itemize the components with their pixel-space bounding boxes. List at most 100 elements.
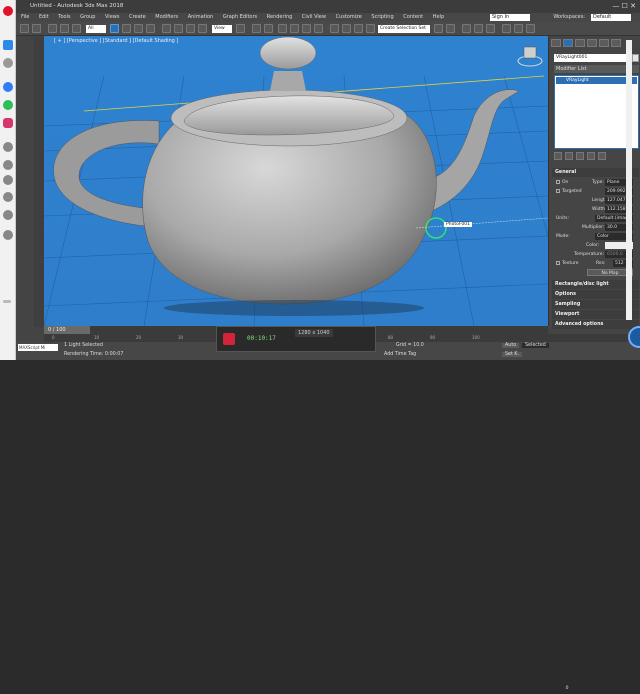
material-editor-icon[interactable] [486,24,495,33]
history-icon[interactable] [3,160,13,170]
menu-scripting[interactable]: Scripting [371,13,393,22]
arrow-icon[interactable] [3,58,13,68]
viewport-label[interactable]: [ + ] [Perspective ] [Standard ] [Defaul… [54,38,178,44]
add-time-tag[interactable]: Add Time Tag [384,352,416,357]
unlink-icon[interactable] [60,24,69,33]
settings-icon[interactable] [3,230,13,240]
rollout-advanced[interactable]: Advanced options [552,320,639,329]
layers-icon[interactable] [366,24,375,33]
menu-civil-view[interactable]: Civil View [302,13,326,22]
link-icon[interactable] [48,24,57,33]
record-stop-button[interactable] [223,333,235,345]
render-icon[interactable] [526,24,535,33]
time-slider-thumb[interactable]: 0 / 100 [44,326,90,334]
scale-icon[interactable] [186,24,195,33]
cube-icon[interactable] [3,210,13,220]
make-unique-icon[interactable] [576,152,584,160]
redo-icon[interactable] [32,24,41,33]
object-name-field[interactable]: VRayLight001 [554,54,630,62]
selection-set-dropdown[interactable]: Create Selection Set [378,25,430,33]
percent-snap-icon[interactable] [302,24,311,33]
workspace-select[interactable]: Default [591,14,631,21]
targeted-checkbox[interactable] [556,188,560,193]
select-icon[interactable] [110,24,119,33]
hierarchy-tab-icon[interactable] [575,39,585,47]
more-icon[interactable] [3,300,11,303]
create-tab-icon[interactable] [551,39,561,47]
layer-explorer-icon[interactable] [446,24,455,33]
current-frame-field[interactable]: 0 [561,685,573,692]
auto-key-button[interactable]: Auto [502,343,520,348]
pin-stack-icon[interactable] [554,152,562,160]
window-crossing-icon[interactable] [146,24,155,33]
heart-icon[interactable] [3,175,13,185]
on-checkbox[interactable] [556,179,560,184]
menu-bar: File Edit Tools Group Views Create Modif… [16,13,640,22]
maxscript-listener[interactable]: MAXScript Mi [18,344,58,351]
menu-graph-editors[interactable]: Graph Editors [223,13,257,22]
menu-views[interactable]: Views [105,13,119,22]
modify-tab-icon[interactable] [563,39,573,47]
instagram-icon[interactable] [3,118,13,128]
rect-select-icon[interactable] [134,24,143,33]
menu-group[interactable]: Group [80,13,95,22]
menu-content[interactable]: Content [403,13,423,22]
signin-dropdown[interactable]: Sign In [490,14,530,21]
menu-customize[interactable]: Customize [336,13,362,22]
undo-icon[interactable] [20,24,29,33]
pivot-icon[interactable] [236,24,245,33]
bind-icon[interactable] [72,24,81,33]
menu-tools[interactable]: Tools [58,13,70,22]
menu-animation[interactable]: Animation [188,13,214,22]
menu-modifiers[interactable]: Modifiers [155,13,178,22]
curve-editor-icon[interactable] [462,24,471,33]
move-icon[interactable] [162,24,171,33]
menu-create[interactable]: Create [129,13,146,22]
render-frame-icon[interactable] [514,24,523,33]
schematic-icon[interactable] [474,24,483,33]
clock-icon[interactable] [3,192,13,202]
perspective-viewport[interactable]: [ + ] [Perspective ] [Standard ] [Defaul… [44,36,548,326]
scene-explorer-icon[interactable] [434,24,443,33]
stack-item-vraylight[interactable]: VRayLight [556,77,637,84]
display-tab-icon[interactable] [599,39,609,47]
viewcube-icon[interactable] [516,44,544,68]
show-end-result-icon[interactable] [565,152,573,160]
angle-snap-icon[interactable] [290,24,299,33]
selection-filter[interactable]: All [86,25,106,33]
opera-icon[interactable] [3,6,13,16]
motion-tab-icon[interactable] [587,39,597,47]
menu-help[interactable]: Help [433,13,444,22]
menu-rendering[interactable]: Rendering [267,13,293,22]
set-key-button[interactable]: Set K. [502,352,523,357]
window-controls[interactable]: — ☐ ✕ [612,0,636,13]
remove-modifier-icon[interactable] [587,152,595,160]
placement-icon[interactable] [198,24,207,33]
rotate-icon[interactable] [174,24,183,33]
keyboard-shortcut-icon[interactable] [264,24,273,33]
configure-sets-icon[interactable] [598,152,606,160]
render-setup-icon[interactable] [502,24,511,33]
flow-icon[interactable] [3,142,13,152]
texture-checkbox[interactable] [556,260,560,265]
key-filter-select[interactable]: Selected [522,343,549,348]
light-plane [415,217,548,229]
utilities-tab-icon[interactable] [611,39,621,47]
res-label: Res: [596,261,606,266]
snap-icon[interactable] [278,24,287,33]
reference-coord-dropdown[interactable]: View [212,25,232,33]
spinner-snap-icon[interactable] [314,24,323,33]
menu-edit[interactable]: Edit [39,13,49,22]
speed-dial-icon[interactable] [3,40,13,50]
named-selection-icon[interactable] [330,24,339,33]
whatsapp-icon[interactable] [3,100,13,110]
select-by-name-icon[interactable] [122,24,131,33]
mirror-icon[interactable] [342,24,351,33]
playback-controls [461,686,551,694]
align-icon[interactable] [354,24,363,33]
menu-file[interactable]: File [21,13,29,22]
page-scrollbar[interactable] [626,40,632,320]
manipulate-icon[interactable] [252,24,261,33]
object-color-swatch[interactable] [632,54,639,62]
messenger-icon[interactable] [3,82,13,92]
